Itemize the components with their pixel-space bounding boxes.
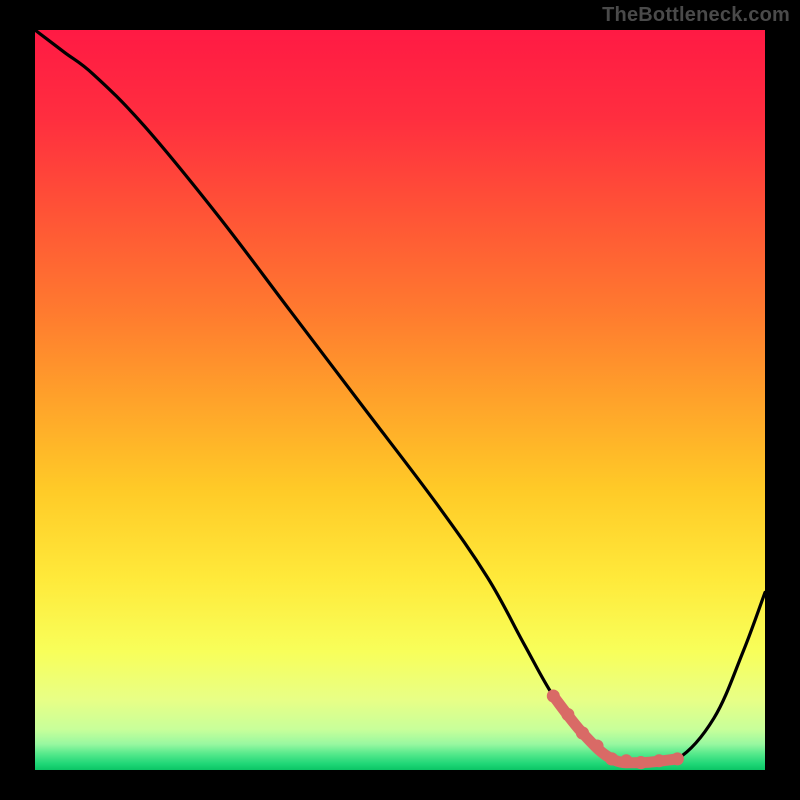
highlight-dot bbox=[547, 690, 560, 703]
highlight-dot bbox=[671, 752, 684, 765]
watermark-text: TheBottleneck.com bbox=[602, 4, 790, 27]
highlight-dot bbox=[605, 752, 618, 765]
highlight-dot bbox=[634, 756, 647, 769]
highlight-dot bbox=[653, 754, 666, 767]
bottleneck-chart bbox=[0, 0, 800, 800]
highlight-dot bbox=[591, 740, 604, 753]
highlight-dot bbox=[576, 727, 589, 740]
highlight-dot bbox=[561, 708, 574, 721]
chart-stage: TheBottleneck.com bbox=[0, 0, 800, 800]
plot-background bbox=[35, 30, 765, 770]
highlight-dot bbox=[620, 754, 633, 767]
